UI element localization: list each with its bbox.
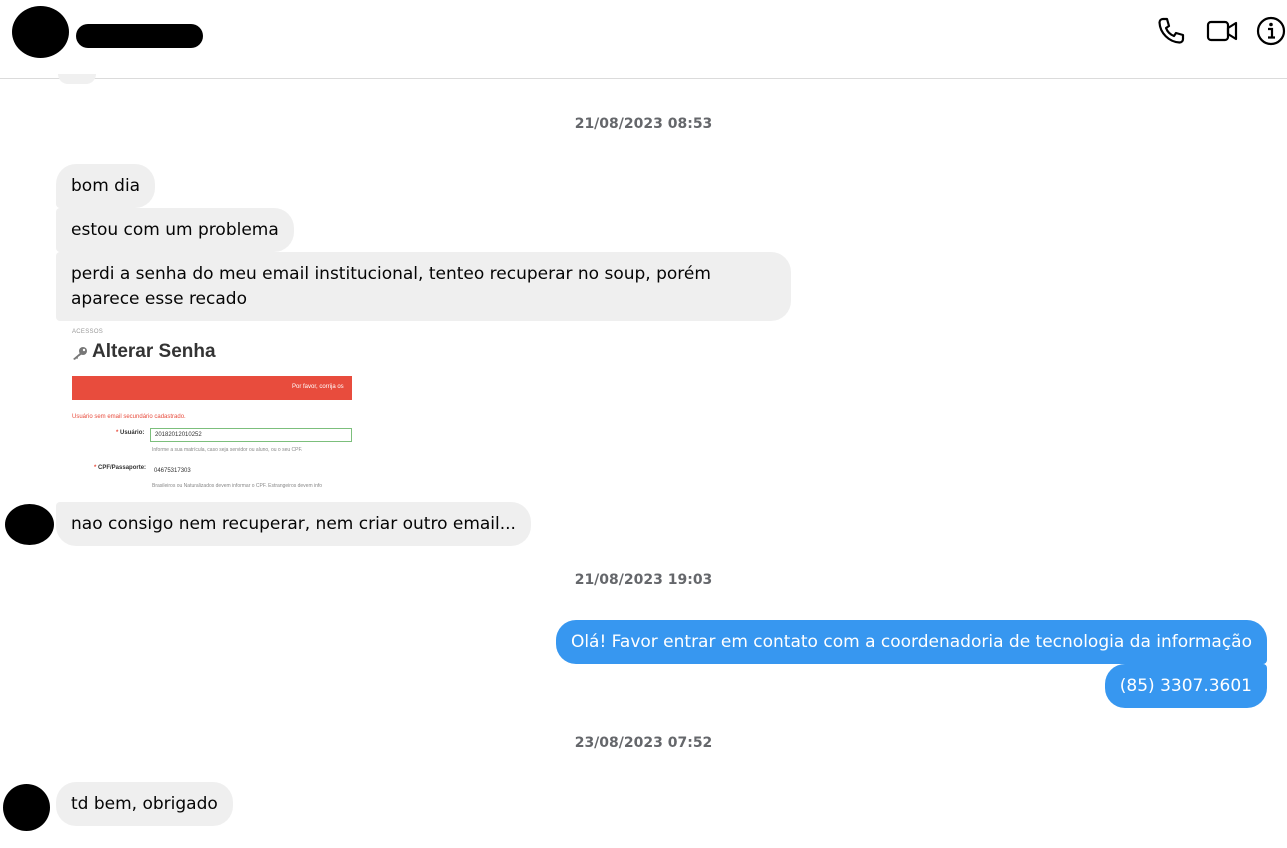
incoming-message[interactable]: bom dia <box>56 164 156 208</box>
timestamp: 21/08/2023 08:53 <box>574 116 713 132</box>
cpf-help: Brasileiros ou Naturalizados devem infor… <box>152 483 323 489</box>
sender-avatar-redacted[interactable] <box>3 784 50 831</box>
cpf-label: * CPF/Passaporte: <box>94 465 147 471</box>
chat-header <box>0 0 1287 79</box>
incoming-message[interactable]: perdi a senha do meu email institucional… <box>56 252 791 321</box>
timestamp: 23/08/2023 07:52 <box>574 735 713 751</box>
error-message: Usuário sem email secundário cadastrado. <box>72 414 186 420</box>
attachment-title: Alterar Senha <box>92 341 216 362</box>
cpf-field: 04675317303 <box>150 465 352 479</box>
user-label: * Usuário: <box>116 430 145 436</box>
cpf-value: 04675317303 <box>154 468 191 474</box>
outgoing-message[interactable]: Olá! Favor entrar em contato com a coord… <box>555 620 1267 664</box>
incoming-message[interactable]: td bem, obrigado <box>56 782 233 826</box>
user-help: Informe a sua matrícula, caso seja servi… <box>152 447 303 453</box>
key-icon <box>72 346 88 360</box>
error-banner-text: Por favor, corrija os <box>292 384 344 390</box>
outgoing-message[interactable]: (85) 3307.3601 <box>1104 664 1267 708</box>
phone-icon[interactable] <box>1154 14 1188 48</box>
attachment-caption: ACESSOS <box>72 329 104 335</box>
video-camera-icon[interactable] <box>1205 14 1239 48</box>
timestamp: 21/08/2023 19:03 <box>574 572 713 588</box>
incoming-message[interactable]: nao consigo nem recuperar, nem criar out… <box>56 502 531 546</box>
previous-message-edge <box>58 74 96 84</box>
user-value: 20182012010252 <box>155 432 202 438</box>
error-banner: Por favor, corrija os <box>72 376 352 400</box>
user-field: 20182012010252 <box>150 428 352 442</box>
contact-avatar-redacted[interactable] <box>12 6 69 58</box>
info-icon[interactable] <box>1254 14 1287 48</box>
contact-name-redacted[interactable] <box>76 24 203 48</box>
incoming-message[interactable]: estou com um problema <box>56 208 294 252</box>
attached-screenshot[interactable]: ACESSOS Alterar Senha Por favor, corrija… <box>72 325 352 500</box>
sender-avatar-redacted[interactable] <box>5 504 54 545</box>
